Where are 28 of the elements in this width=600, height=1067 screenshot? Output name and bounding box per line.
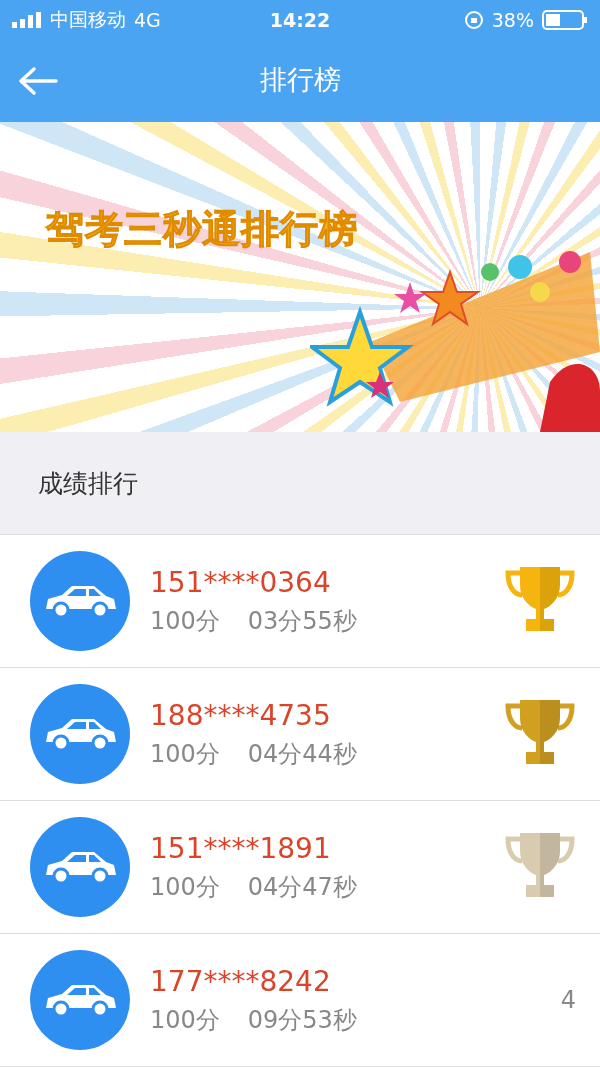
clock-time: 14:22 [269, 9, 331, 31]
phone-number: 177****8242 [150, 964, 332, 998]
ranking-row[interactable]: 151****0364 100分 03分55秒 [0, 535, 600, 668]
rank-number: 4 [560, 986, 576, 1014]
page-title: 排行榜 [259, 63, 341, 97]
phone-number: 151****1891 [150, 831, 332, 865]
back-arrow-icon [18, 66, 58, 96]
time-text: 04分44秒 [247, 738, 357, 770]
score-text: 100分 [150, 1004, 220, 1036]
time-text: 03分55秒 [247, 605, 357, 637]
signal-icon [12, 12, 42, 28]
battery-percent: 38% [491, 9, 534, 31]
time-text: 04分47秒 [247, 871, 357, 903]
ranking-row[interactable]: 188****4735 100分 04分44秒 [0, 668, 600, 801]
phone-number: 151****0364 [150, 565, 332, 599]
ranking-row[interactable]: 151****1891 100分 04分47秒 [0, 801, 600, 934]
section-title: 成绩排行 [38, 467, 138, 500]
score-text: 100分 [150, 738, 220, 770]
battery-icon [542, 10, 588, 30]
score-text: 100分 [150, 605, 220, 637]
banner-title: 驾考三秒通排行榜 [46, 206, 358, 253]
rotation-lock-icon [463, 10, 484, 30]
phone-number: 188****4735 [150, 698, 332, 732]
carrier-name: 中国移动 [50, 7, 126, 32]
time-text: 09分53秒 [247, 1004, 357, 1036]
network-type: 4G [134, 9, 161, 31]
ranking-row[interactable]: 177****8242 100分 09分53秒 4 [0, 934, 600, 1067]
score-text: 100分 [150, 871, 220, 903]
